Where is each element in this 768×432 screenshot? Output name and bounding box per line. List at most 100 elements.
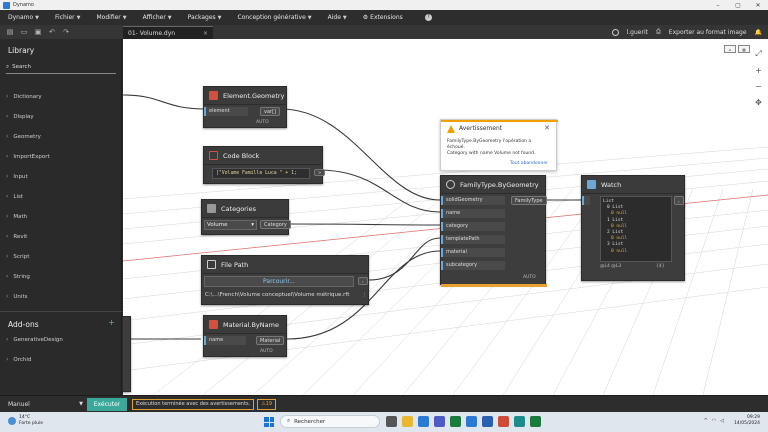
graph-canvas[interactable]: Element.Geometry element var[] AUTO Code… [123, 39, 768, 395]
wifi-icon[interactable]: ◠ [712, 418, 716, 424]
library-item-geometry[interactable]: › Geometry [6, 133, 41, 140]
port-templatepath[interactable]: templatePath [441, 235, 505, 244]
menu-afficher[interactable]: Afficher ▼ [143, 14, 172, 21]
help-icon[interactable]: ? [424, 14, 432, 21]
port-watch-input[interactable] [582, 196, 590, 205]
port-name[interactable]: name [441, 209, 505, 218]
close-warning-icon[interactable]: ✕ [544, 124, 550, 132]
library-item-math[interactable]: › Math [6, 213, 27, 220]
port-element[interactable]: element [204, 107, 248, 116]
library-item-list[interactable]: › List [6, 193, 23, 200]
export-image-icon: ⎙ [655, 28, 661, 35]
zoom-out-icon[interactable]: − [755, 82, 762, 91]
3d-view-button[interactable]: ▦ [738, 45, 750, 53]
chevron-down-icon: ▾ [251, 222, 254, 228]
save-icon[interactable]: ▣ [34, 28, 42, 36]
menu-dynamo[interactable]: Dynamo ▼ [8, 14, 39, 21]
app-icon[interactable] [530, 416, 541, 427]
outlook-icon[interactable] [418, 416, 429, 427]
minimize-button[interactable]: – [708, 2, 728, 9]
pan-icon[interactable]: ✥ [755, 98, 762, 107]
node-partial-offscreen[interactable] [123, 316, 131, 392]
library-item-display[interactable]: › Display [6, 113, 34, 120]
menu-conception-generative[interactable]: Conception générative ▼ [238, 14, 312, 21]
port-name[interactable]: name [204, 336, 246, 345]
start-button[interactable] [264, 417, 274, 427]
add-package-icon[interactable]: + [108, 318, 115, 327]
node-element-geometry[interactable]: Element.Geometry element var[] AUTO [203, 86, 287, 128]
clock[interactable]: 09:29 14/05/2024 [734, 415, 760, 427]
close-window-button[interactable]: ✕ [748, 2, 768, 9]
port-var-output[interactable]: var[] [260, 107, 280, 116]
maximize-button[interactable]: ▢ [728, 2, 748, 9]
close-tab-icon[interactable]: × [203, 30, 208, 37]
fit-view-icon[interactable]: ⤢ [755, 49, 761, 59]
word-icon[interactable] [482, 416, 493, 427]
run-button[interactable]: Exécuter [87, 397, 127, 411]
menu-packages[interactable]: Packages ▼ [188, 14, 222, 21]
port-material[interactable]: material [441, 248, 505, 257]
library-item-input[interactable]: › Input [6, 173, 28, 180]
tab-volume-dyn[interactable]: 01- Volume.dyn × [123, 26, 213, 39]
watch-output-list[interactable]: List 0 List 0 null 1 List 0 null 2 List … [600, 196, 672, 262]
teams-icon[interactable] [434, 416, 445, 427]
chevron-right-icon: › [6, 253, 9, 260]
chrome-icon[interactable] [498, 416, 509, 427]
app-icon[interactable] [514, 416, 525, 427]
node-material-byname[interactable]: Material.ByName name Material AUTO [203, 315, 287, 357]
redo-icon[interactable]: ↷ [62, 28, 70, 36]
notifications-icon[interactable]: 🔔 [755, 29, 762, 36]
port-subcategory[interactable]: subcategory [441, 261, 505, 270]
port-material-output[interactable]: Material [256, 336, 285, 345]
task-view-icon[interactable] [386, 416, 397, 427]
node-code-block[interactable]: Code Block ["Volume Famille Luca " + 1; … [203, 146, 326, 184]
run-mode-dropdown[interactable]: Manuel ▼ [8, 398, 83, 410]
taskbar-search[interactable]: ⌕ Rechercher [280, 415, 380, 428]
node-menu-icon[interactable]: ⋮ [362, 292, 367, 298]
port-code-output[interactable]: > [314, 169, 326, 176]
user-name[interactable]: l.guerit [627, 29, 648, 36]
excel-icon[interactable] [450, 416, 461, 427]
port-category[interactable]: category [441, 222, 505, 231]
node-watch[interactable]: Watch › List 0 List 0 null 1 List 0 null… [581, 175, 685, 281]
zoom-in-icon[interactable]: + [755, 66, 762, 75]
node-file-path[interactable]: File Path Parcourir... › C:\...\French\V… [201, 255, 369, 305]
port-familytype-output[interactable]: FamilyType [511, 196, 547, 205]
addon-item-generativedesign[interactable]: › GenerativeDesign [6, 336, 63, 343]
menu-fichier[interactable]: Fichier ▼ [55, 14, 80, 21]
category-dropdown[interactable]: Volume ▾ [204, 220, 257, 230]
export-image-button[interactable]: Exporter au format image [669, 29, 747, 36]
file-explorer-icon[interactable] [402, 416, 413, 427]
library-item-units[interactable]: › Units [6, 293, 27, 300]
port-path-output[interactable]: › [358, 277, 368, 285]
open-file-icon[interactable]: ▭ [20, 28, 28, 36]
port-watch-output[interactable]: › [674, 196, 684, 205]
library-item-script[interactable]: › Script [6, 253, 29, 260]
graph-view-button[interactable]: ⌂ [724, 45, 736, 53]
library-item-dictionary[interactable]: › Dictionary [6, 93, 42, 100]
warning-count-badge[interactable]: ⚠ 19 [257, 398, 277, 410]
watch-footer-levels: @L4 @L3 [600, 264, 622, 269]
material-icon [209, 320, 218, 329]
addon-item-orchid[interactable]: › Orchid [6, 356, 31, 363]
menu-aide[interactable]: Aide ▼ [328, 14, 347, 21]
port-solidgeometry[interactable]: solidGeometry [441, 196, 505, 205]
library-item-string[interactable]: › String [6, 273, 30, 280]
menu-modifier[interactable]: Modifier ▼ [97, 14, 127, 21]
new-file-icon[interactable]: ▤ [6, 28, 14, 36]
browse-button[interactable]: Parcourir... [204, 276, 354, 287]
code-block-editor[interactable]: ["Volume Famille Luca " + 1; [212, 168, 310, 179]
library-item-revit[interactable]: › Revit [6, 233, 27, 240]
chevron-up-icon[interactable]: ^ [704, 418, 708, 424]
node-familytype-bygeometry[interactable]: FamilyType.ByGeometry solidGeometry name… [440, 175, 547, 287]
port-category-output[interactable]: Category [260, 220, 291, 229]
undo-icon[interactable]: ↶ [48, 28, 56, 36]
volume-icon[interactable]: ◁ [720, 418, 724, 424]
node-categories[interactable]: Categories Volume ▾ Category [201, 199, 291, 235]
dynamo-taskbar-icon[interactable] [466, 416, 477, 427]
library-item-importexport[interactable]: › ImportExport [6, 153, 50, 160]
library-search-input[interactable]: ⌕ Search [6, 61, 116, 74]
menu-extensions[interactable]: ⚙ Extensions [363, 14, 403, 21]
dismiss-all-link[interactable]: Tout abandonner [510, 161, 548, 166]
weather-widget[interactable]: 14°C Forte pluie [8, 415, 43, 427]
